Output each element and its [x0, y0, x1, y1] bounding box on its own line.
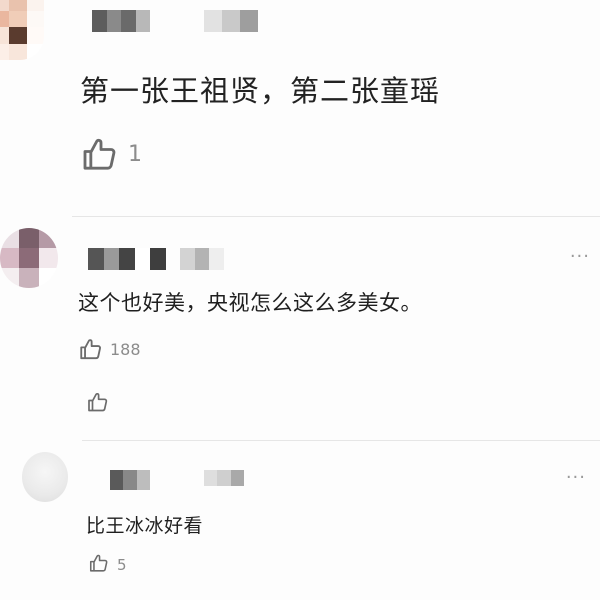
username-censored[interactable] [92, 10, 150, 32]
comment-text: 这个也好美，央视怎么这么多美女。 [78, 291, 422, 315]
comment-text: 比王冰冰好看 [86, 515, 204, 537]
comment-text: 第一张王祖贤，第二张童瑶 [80, 74, 441, 108]
divider [82, 440, 600, 441]
user-meta-censored [204, 10, 258, 32]
thumbs-up-icon[interactable] [88, 552, 110, 574]
like-count: 188 [110, 340, 141, 359]
more-dots-icon[interactable]: ··· [566, 467, 586, 488]
avatar[interactable] [0, 228, 58, 288]
thumbs-up-icon[interactable] [80, 134, 120, 174]
comment-thread: 第一张王祖贤，第二张童瑶 1 ··· 这个也好美，央视怎么这么多美女。 188 [0, 0, 600, 600]
like-count: 5 [117, 556, 127, 574]
user-meta-censored [180, 248, 224, 270]
username-censored[interactable] [110, 470, 150, 490]
user-meta-censored [204, 470, 244, 486]
divider [72, 216, 600, 217]
thumbs-up-icon[interactable] [78, 336, 104, 362]
thumbs-up-icon[interactable] [86, 390, 110, 414]
username-censored[interactable] [88, 248, 166, 270]
more-dots-icon[interactable]: ··· [570, 246, 590, 267]
avatar[interactable] [22, 452, 68, 502]
like-count: 1 [128, 142, 142, 167]
avatar[interactable] [0, 0, 44, 60]
